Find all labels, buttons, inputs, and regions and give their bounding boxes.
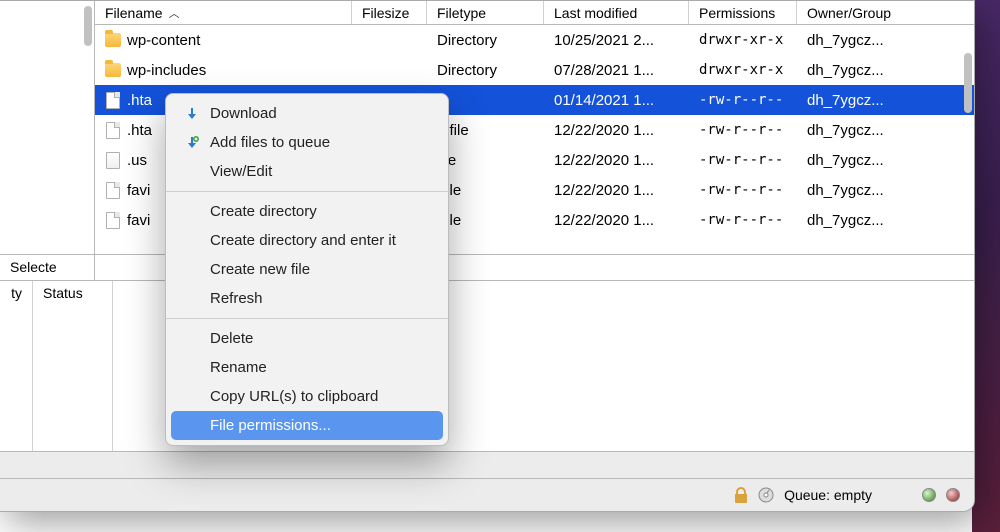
menu-add-queue-label: Add files to queue <box>210 134 330 151</box>
file-name-text: .hta <box>127 92 152 109</box>
cell-modified: 12/22/2020 1... <box>544 119 689 142</box>
menu-create-dir-label: Create directory <box>210 203 317 220</box>
file-name-text: .hta <box>127 122 152 139</box>
cell-modified: 07/28/2021 1... <box>544 59 689 82</box>
cell-filename: wp-includes <box>95 59 352 82</box>
cell-modified: 10/25/2021 2... <box>544 29 689 52</box>
lock-icon[interactable] <box>734 487 748 503</box>
cell-modified: 12/22/2020 1... <box>544 149 689 172</box>
bottom-divider <box>0 451 974 479</box>
cell-filename: wp-content <box>95 29 352 52</box>
folder-icon <box>105 32 121 48</box>
menu-refresh-label: Refresh <box>210 290 263 307</box>
header-filesize[interactable]: Filesize <box>352 1 427 24</box>
cell-permissions: drwxr-xr-x <box>689 29 797 51</box>
menu-refresh[interactable]: Refresh <box>166 284 448 313</box>
status-col-1[interactable]: ty <box>0 281 33 451</box>
menu-separator <box>166 191 448 192</box>
header-filename-label: Filename <box>105 5 163 21</box>
header-permissions[interactable]: Permissions <box>689 1 797 24</box>
header-owner-group[interactable]: Owner/Group <box>797 1 912 24</box>
file-name-text: .us <box>127 152 147 169</box>
disk-icon[interactable] <box>758 487 774 503</box>
menu-view-edit-label: View/Edit <box>210 163 272 180</box>
desktop-background <box>972 0 1000 532</box>
file-icon <box>105 92 121 108</box>
window-footer: Queue: empty <box>0 479 974 511</box>
cell-filetype: Directory <box>427 29 544 52</box>
folder-icon <box>105 62 121 78</box>
menu-download-label: Download <box>210 105 277 122</box>
file-name-text: wp-content <box>127 32 200 49</box>
cell-owner: dh_7ygcz... <box>797 149 912 172</box>
cell-owner: dh_7ygcz... <box>797 179 912 202</box>
scrollbar-thumb[interactable] <box>964 53 972 113</box>
cell-permissions: -rw-r--r-- <box>689 119 797 141</box>
status-col-2[interactable]: Status <box>33 281 113 451</box>
menu-create-file[interactable]: Create new file <box>166 255 448 284</box>
menu-separator <box>166 318 448 319</box>
scrollbar-thumb[interactable] <box>84 6 92 46</box>
left-panel: Selecte <box>0 1 95 280</box>
cell-filetype: Directory <box>427 59 544 82</box>
menu-create-dir[interactable]: Create directory <box>166 197 448 226</box>
cell-owner: dh_7ygcz... <box>797 29 912 52</box>
cell-modified: 12/22/2020 1... <box>544 179 689 202</box>
add-queue-icon <box>184 135 200 151</box>
menu-file-permissions[interactable]: File permissions... <box>171 411 443 440</box>
menu-copy-url-label: Copy URL(s) to clipboard <box>210 388 378 405</box>
cell-modified: 12/22/2020 1... <box>544 209 689 232</box>
cell-modified: 01/14/2021 1... <box>544 89 689 112</box>
sort-ascending-icon: ︿ <box>169 5 180 21</box>
header-last-modified[interactable]: Last modified <box>544 1 689 24</box>
menu-create-dir-enter-label: Create directory and enter it <box>210 232 396 249</box>
file-icon <box>105 122 121 138</box>
cell-owner: dh_7ygcz... <box>797 119 912 142</box>
file-icon <box>105 212 121 228</box>
menu-delete[interactable]: Delete <box>166 324 448 353</box>
menu-view-edit[interactable]: View/Edit <box>166 157 448 186</box>
menu-delete-label: Delete <box>210 330 253 347</box>
menu-rename[interactable]: Rename <box>166 353 448 382</box>
cell-filesize <box>352 67 427 73</box>
cell-permissions: -rw-r--r-- <box>689 89 797 111</box>
transfer-status-pane: ty Status <box>0 281 974 451</box>
file-name-text: favi <box>127 182 150 199</box>
menu-copy-url[interactable]: Copy URL(s) to clipboard <box>166 382 448 411</box>
cell-owner: dh_7ygcz... <box>797 209 912 232</box>
ftp-window: Selecte Filename ︿ Filesize Filetype Las… <box>0 0 975 512</box>
download-icon <box>184 106 200 122</box>
menu-download[interactable]: Download <box>166 99 448 128</box>
column-headers[interactable]: Filename ︿ Filesize Filetype Last modifi… <box>95 1 974 25</box>
header-filename[interactable]: Filename ︿ <box>95 1 352 24</box>
cell-owner: dh_7ygcz... <box>797 59 912 82</box>
table-row[interactable]: wp-content Directory10/25/2021 2...drwxr-… <box>95 25 974 55</box>
cell-permissions: -rw-r--r-- <box>689 209 797 231</box>
activity-led-green <box>922 488 936 502</box>
table-row[interactable]: wp-includes Directory07/28/2021 1...drwxr… <box>95 55 974 85</box>
menu-add-queue[interactable]: Add files to queue <box>166 128 448 157</box>
cell-filesize <box>352 37 427 43</box>
file-name-text: wp-includes <box>127 62 206 79</box>
file-icon <box>105 182 121 198</box>
file-name-text: favi <box>127 212 150 229</box>
cell-permissions: drwxr-xr-x <box>689 59 797 81</box>
header-filetype[interactable]: Filetype <box>427 1 544 24</box>
menu-file-permissions-label: File permissions... <box>210 417 331 434</box>
ini-file-icon <box>105 152 121 168</box>
selection-summary: Selecte <box>0 254 94 280</box>
activity-led-red <box>946 488 960 502</box>
queue-status-label: Queue: empty <box>784 487 872 503</box>
cell-owner: dh_7ygcz... <box>797 89 912 112</box>
menu-create-dir-enter[interactable]: Create directory and enter it <box>166 226 448 255</box>
cell-permissions: -rw-r--r-- <box>689 179 797 201</box>
menu-create-file-label: Create new file <box>210 261 310 278</box>
cell-permissions: -rw-r--r-- <box>689 149 797 171</box>
context-menu: Download Add files to queue View/Edit Cr… <box>165 93 449 446</box>
menu-rename-label: Rename <box>210 359 267 376</box>
